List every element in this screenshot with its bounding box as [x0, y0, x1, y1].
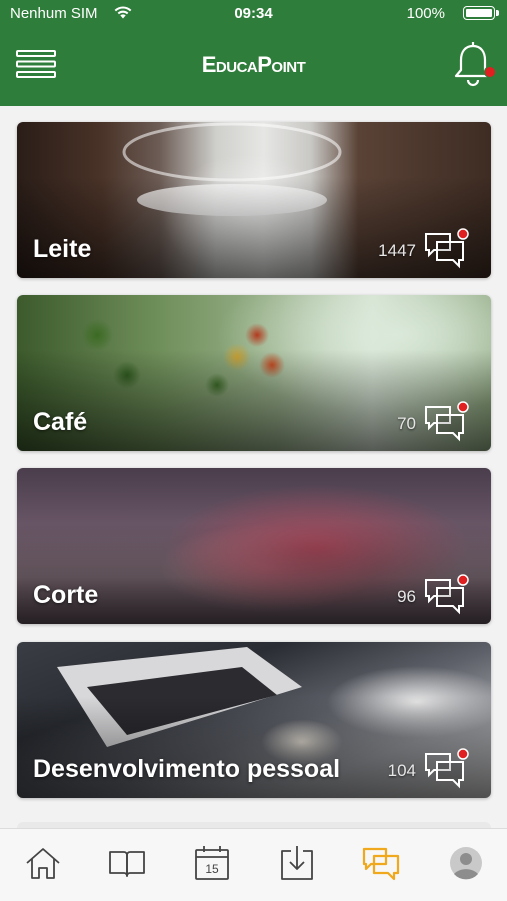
card-title: Corte	[33, 581, 99, 609]
calendar-tab[interactable]: 15	[192, 843, 232, 883]
category-card-corte[interactable]: Corte 96	[17, 468, 491, 624]
app-header: EducaPoint	[0, 28, 507, 106]
card-title: Café	[33, 408, 88, 436]
chat-icon[interactable]	[361, 843, 401, 883]
user-icon[interactable]	[446, 843, 486, 883]
card-title: Leite	[33, 235, 92, 263]
chat-icon	[425, 574, 469, 615]
app-logo: EducaPoint	[201, 52, 306, 77]
notification-badge	[484, 66, 496, 78]
chat-icon	[425, 748, 469, 789]
notification-bell-icon[interactable]	[450, 40, 496, 88]
card-comment-count: 96	[397, 587, 416, 606]
category-card-leite[interactable]: Leite 1447	[17, 122, 491, 278]
home-icon[interactable]	[23, 843, 63, 883]
card-comment-count: 70	[397, 414, 416, 433]
download-icon[interactable]	[277, 843, 317, 883]
battery-icon	[463, 6, 499, 20]
card-comment-count: 104	[387, 761, 416, 780]
calendar-day-label: 15	[205, 862, 219, 876]
category-card-cafe[interactable]: Café 70	[17, 295, 491, 451]
card-title: Desenvolvimento pessoal	[33, 755, 341, 783]
bottom-tab-bar: 15	[0, 828, 507, 901]
status-bar: Nenhum SIM 09:34 100%	[0, 0, 507, 28]
book-icon[interactable]	[107, 843, 147, 883]
battery-percent: 100%	[406, 5, 445, 22]
chat-icon	[425, 228, 469, 269]
chat-icon	[425, 401, 469, 442]
category-card-desenvolvimento-pessoal[interactable]: Desenvolvimento pessoal 104	[17, 642, 491, 798]
category-list: Leite 1447 Café 70 Corte 96 Desenvolvime…	[0, 106, 507, 828]
card-comment-count: 1447	[378, 241, 416, 260]
